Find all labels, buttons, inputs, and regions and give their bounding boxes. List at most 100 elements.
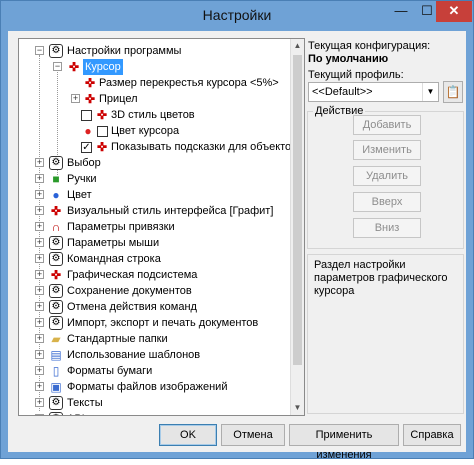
expand-icon[interactable]: + xyxy=(35,286,44,295)
settings-tree[interactable]: − ⚙ Настройки программы − ✜ Курсор ✜ Раз… xyxy=(18,38,305,416)
tree-item[interactable]: + ∩ Параметры привязки xyxy=(19,219,289,235)
expand-icon[interactable]: + xyxy=(35,318,44,327)
expand-icon[interactable]: + xyxy=(35,254,44,263)
tree-item-label: Курсор xyxy=(83,59,123,75)
chevron-down-icon[interactable]: ▼ xyxy=(422,83,438,101)
tree-scrollbar[interactable]: ▲ ▼ xyxy=(290,39,304,415)
image-format-icon: ▣ xyxy=(50,380,62,394)
tree-item-label: Тексты xyxy=(67,397,103,409)
tree-item[interactable]: + ✜ Графическая подсистема xyxy=(19,267,289,283)
collapse-icon[interactable]: − xyxy=(35,46,44,55)
scroll-down-icon[interactable]: ▼ xyxy=(291,401,304,415)
paper-icon: ▯ xyxy=(52,364,60,378)
expand-icon[interactable]: + xyxy=(35,222,44,231)
tree-item-cursor[interactable]: − ✜ Курсор xyxy=(19,59,289,75)
tree-item-show-tooltips[interactable]: ✓ ✜ Показывать подсказки для объектов xyxy=(19,139,297,155)
checkbox-3d-color-style[interactable] xyxy=(81,110,92,121)
settings-window: Настройки — ☐ ✕ − ⚙ Настройки программы … xyxy=(0,0,474,461)
expand-icon[interactable]: + xyxy=(35,158,44,167)
cursor-icon: ✜ xyxy=(84,76,96,90)
minimize-icon[interactable]: — xyxy=(388,1,414,22)
tree-item-label: Цвет курсора xyxy=(111,125,180,137)
expand-icon[interactable]: + xyxy=(35,206,44,215)
tree-item[interactable]: + ▰ Стандартные папки xyxy=(19,331,289,347)
tree-item[interactable]: + ⚙ Импорт, экспорт и печать документов xyxy=(19,315,289,331)
expand-icon[interactable]: + xyxy=(35,382,44,391)
tree-item-label: Использование шаблонов xyxy=(67,349,201,361)
checkbox-show-tooltips[interactable]: ✓ xyxy=(81,142,92,153)
expand-icon[interactable]: + xyxy=(35,398,44,407)
tree-item[interactable]: + ⚙ Сохранение документов xyxy=(19,283,289,299)
close-icon[interactable]: ✕ xyxy=(436,1,472,22)
tree-item[interactable]: + ▤ Использование шаблонов xyxy=(19,347,289,363)
cancel-button[interactable]: Отмена xyxy=(221,424,285,446)
profile-select-value: <<Default>> xyxy=(312,86,373,98)
tree-item[interactable]: + ⚙ Выбор xyxy=(19,155,289,171)
color-icon: ● xyxy=(84,124,92,138)
title-bar[interactable]: Настройки — ☐ ✕ xyxy=(1,1,473,31)
tree-item-label: Импорт, экспорт и печать документов xyxy=(67,317,259,329)
description-panel: Раздел настройки параметров графического… xyxy=(307,254,464,414)
profile-select[interactable]: <<Default>> ▼ xyxy=(308,82,439,102)
ok-button[interactable]: OK xyxy=(159,424,217,446)
tree-item-label: 3D стиль цветов xyxy=(111,109,195,121)
expand-icon[interactable]: + xyxy=(35,190,44,199)
magnet-icon: ∩ xyxy=(51,220,61,234)
tree-item[interactable]: + ▯ Форматы бумаги xyxy=(19,363,289,379)
tree-item-sight[interactable]: + ✜ Прицел xyxy=(19,91,289,107)
template-icon: ▤ xyxy=(50,348,62,362)
expand-icon[interactable]: + xyxy=(35,238,44,247)
gear-icon: ⚙ xyxy=(49,300,63,314)
current-profile-label: Текущий профиль: xyxy=(308,69,404,81)
collapse-icon[interactable]: − xyxy=(53,62,62,71)
delete-button[interactable]: Удалить xyxy=(353,166,421,186)
folder-icon: ▰ xyxy=(51,332,61,346)
tree-item[interactable]: + ■ Ручки xyxy=(19,171,289,187)
tree-item-label: Настройки программы xyxy=(67,45,182,57)
tree-item-crosshair-size[interactable]: ✜ Размер перекрестья курсора <5%> xyxy=(19,75,289,91)
gear-icon: ⚙ xyxy=(49,412,63,415)
expand-icon[interactable]: + xyxy=(35,270,44,279)
tree-item[interactable]: + ⚙ Параметры мыши xyxy=(19,235,289,251)
tree-item[interactable]: + ⚙ Командная строка xyxy=(19,251,289,267)
tree-item[interactable]: + ⚙ Отмена действия команд xyxy=(19,299,289,315)
grips-icon: ■ xyxy=(52,172,60,186)
scroll-thumb[interactable] xyxy=(293,55,302,365)
profile-manager-button[interactable]: 📋 xyxy=(443,81,463,103)
tree-item[interactable]: + ⚙ Тексты xyxy=(19,395,289,411)
tree-item-label: Форматы файлов изображений xyxy=(67,381,228,393)
expand-icon[interactable]: + xyxy=(35,302,44,311)
tree-item-label: Параметры привязки xyxy=(67,221,175,233)
tree-item[interactable]: + ✜ Визуальный стиль интерфейса [Графит] xyxy=(19,203,289,219)
expand-icon[interactable]: + xyxy=(35,174,44,183)
gear-icon: ⚙ xyxy=(49,252,63,266)
tree-item-label: Сохранение документов xyxy=(67,285,192,297)
expand-icon[interactable]: + xyxy=(35,366,44,375)
checkbox-cursor-color[interactable] xyxy=(97,126,108,137)
expand-icon[interactable]: + xyxy=(71,94,80,103)
edit-button[interactable]: Изменить xyxy=(353,140,421,160)
current-config-label: Текущая конфигурация: xyxy=(308,40,431,52)
help-button[interactable]: Справка xyxy=(403,424,461,446)
add-button[interactable]: Добавить xyxy=(353,115,421,135)
move-down-button[interactable]: Вниз xyxy=(353,218,421,238)
tree-item[interactable]: + ▣ Форматы файлов изображений xyxy=(19,379,289,395)
tree-item[interactable]: + ● Цвет xyxy=(19,187,289,203)
expand-icon[interactable]: + xyxy=(35,350,44,359)
tree-item-label: Показывать подсказки для объектов xyxy=(111,141,298,153)
expand-icon[interactable]: + xyxy=(35,334,44,343)
dialog-body: − ⚙ Настройки программы − ✜ Курсор ✜ Раз… xyxy=(8,31,466,461)
gear-icon: ⚙ xyxy=(49,236,63,250)
cursor-icon: ✜ xyxy=(50,204,62,218)
move-up-button[interactable]: Вверх xyxy=(353,192,421,212)
scroll-up-icon[interactable]: ▲ xyxy=(291,39,304,53)
tree-item-3d-color-style[interactable]: ✜ 3D стиль цветов xyxy=(19,107,289,123)
tree-item-label: Форматы бумаги xyxy=(67,365,153,377)
color-icon: ● xyxy=(52,188,60,202)
tree-item-cursor-color[interactable]: ● Цвет курсора xyxy=(19,123,289,139)
tree-item-program-settings[interactable]: − ⚙ Настройки программы xyxy=(19,43,289,59)
tree-item[interactable]: + ⚙ API xyxy=(19,411,289,415)
apply-button[interactable]: Применить изменения xyxy=(289,424,399,461)
gear-icon: ⚙ xyxy=(49,156,63,170)
expand-icon[interactable]: + xyxy=(35,414,44,415)
